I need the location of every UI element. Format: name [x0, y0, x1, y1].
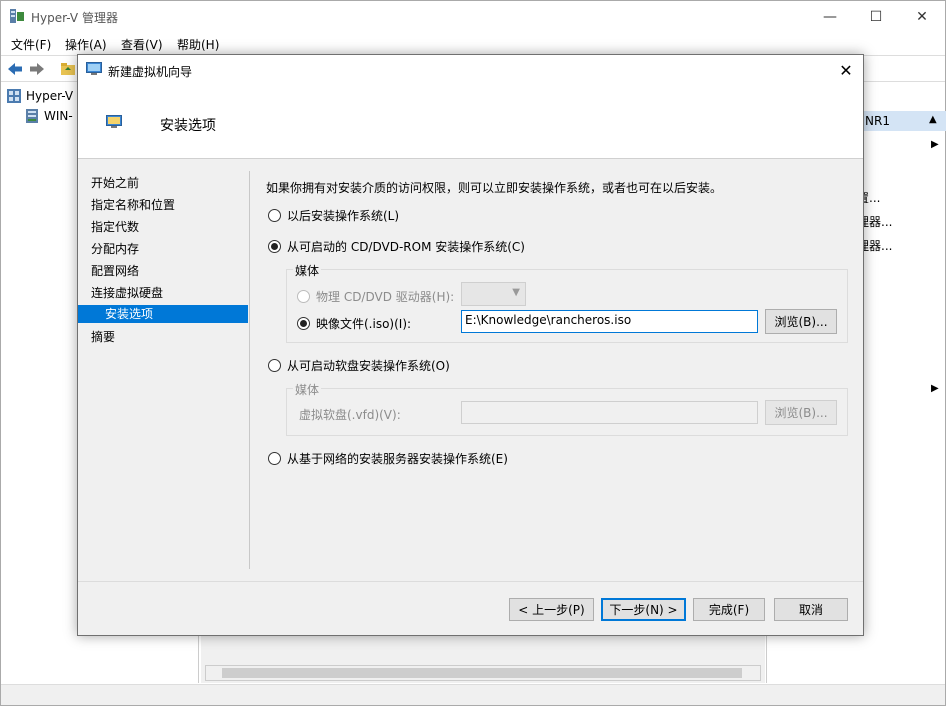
- step-name-location[interactable]: 指定名称和位置: [78, 196, 248, 214]
- option-install-later-label: 以后安装操作系统(L): [287, 209, 400, 223]
- close-button[interactable]: ✕: [899, 1, 945, 32]
- step-install-options[interactable]: 安装选项: [78, 305, 248, 323]
- dialog-close-button[interactable]: ✕: [828, 55, 864, 85]
- step-generation[interactable]: 指定代数: [78, 218, 248, 236]
- dialog-title: 新建虚拟机向导: [108, 65, 193, 79]
- footer-separator: [78, 581, 863, 582]
- radio-physical-drive[interactable]: [297, 290, 310, 303]
- image-file-path-input[interactable]: E:\Knowledge\rancheros.iso: [461, 310, 758, 333]
- radio-install-later[interactable]: [268, 209, 281, 222]
- option-image-file[interactable]: 映像文件(.iso)(I):: [297, 315, 411, 332]
- option-install-network[interactable]: 从基于网络的安装服务器安装操作系统(E): [268, 450, 508, 467]
- scrollbar-thumb[interactable]: [222, 668, 742, 678]
- radio-install-floppy[interactable]: [268, 359, 281, 372]
- submenu-arrow-icon[interactable]: ▶: [931, 383, 939, 394]
- step-network[interactable]: 配置网络: [78, 262, 248, 280]
- radio-install-network[interactable]: [268, 452, 281, 465]
- chevron-down-icon: ▼: [512, 287, 520, 298]
- option-install-floppy-label: 从可启动软盘安装操作系统(O): [287, 359, 450, 373]
- floppy-media-group-title: 媒体: [293, 381, 322, 398]
- menu-view[interactable]: 查看(V): [121, 36, 163, 53]
- actions-header-label: NR1: [865, 114, 890, 128]
- step-memory[interactable]: 分配内存: [78, 240, 248, 258]
- hyperv-root-icon: [7, 89, 21, 103]
- menu-help[interactable]: 帮助(H): [177, 36, 219, 53]
- step-before-you-begin[interactable]: 开始之前: [78, 174, 248, 192]
- finish-button[interactable]: 完成(F): [693, 598, 765, 621]
- physical-drive-select[interactable]: ▼: [461, 282, 526, 306]
- floppy-media-group: 媒体 虚拟软盘(.vfd)(V): 浏览(B)...: [286, 381, 848, 436]
- tree-label-hyperv: Hyper-V: [26, 89, 74, 103]
- browse-image-button[interactable]: 浏览(B)...: [765, 309, 837, 334]
- tree-item-hyperv[interactable]: Hyper-V: [6, 87, 73, 105]
- tree-item-host[interactable]: WIN-: [24, 107, 73, 125]
- image-file-label: 映像文件(.iso)(I):: [316, 317, 412, 331]
- step-summary[interactable]: 摘要: [78, 328, 248, 346]
- option-install-cd[interactable]: 从可启动的 CD/DVD-ROM 安装操作系统(C): [268, 238, 525, 255]
- physical-drive-label: 物理 CD/DVD 驱动器(H):: [316, 290, 455, 304]
- main-titlebar: Hyper-V 管理器 — ☐ ✕: [1, 1, 945, 32]
- horizontal-scrollbar[interactable]: [205, 665, 761, 681]
- option-install-network-label: 从基于网络的安装服务器安装操作系统(E): [287, 452, 508, 466]
- intro-text: 如果你拥有对安装介质的访问权限，则可以立即安装操作系统，或者也可在以后安装。: [266, 181, 723, 195]
- monitor-icon: [86, 62, 102, 75]
- monitor-icon: [106, 115, 122, 128]
- browse-floppy-button[interactable]: 浏览(B)...: [765, 400, 837, 425]
- menu-bar: 文件(F) 操作(A) 查看(V) 帮助(H): [1, 32, 945, 54]
- status-bar: [1, 684, 945, 705]
- menu-file[interactable]: 文件(F): [11, 36, 51, 53]
- steps-divider: [249, 171, 250, 569]
- floppy-label: 虚拟软盘(.vfd)(V):: [299, 408, 401, 422]
- radio-image-file[interactable]: [297, 317, 310, 330]
- back-arrow-icon[interactable]: [6, 60, 24, 78]
- tree-label-host: WIN-: [44, 109, 73, 123]
- menu-action[interactable]: 操作(A): [65, 36, 107, 53]
- new-vm-wizard-dialog: 新建虚拟机向导 ✕ 安装选项 开始之前 指定名称和位置 指定代数 分配内存 配置…: [77, 54, 864, 636]
- dialog-header: 安装选项: [78, 85, 863, 159]
- option-install-later[interactable]: 以后安装操作系统(L): [268, 207, 399, 224]
- previous-button[interactable]: < 上一步(P): [509, 598, 594, 621]
- cancel-button[interactable]: 取消: [774, 598, 848, 621]
- maximize-button[interactable]: ☐: [853, 1, 899, 32]
- floppy-path-input[interactable]: [461, 401, 758, 424]
- option-install-cd-label: 从可启动的 CD/DVD-ROM 安装操作系统(C): [287, 240, 525, 254]
- dialog-titlebar: 新建虚拟机向导 ✕: [78, 55, 863, 85]
- cd-media-group: 媒体 物理 CD/DVD 驱动器(H): ▼ 映像文件(.iso)(I): E:…: [286, 262, 848, 343]
- option-physical-drive[interactable]: 物理 CD/DVD 驱动器(H):: [297, 288, 454, 305]
- collapse-arrow-icon[interactable]: ▲: [929, 114, 937, 125]
- hyperv-app-icon: [10, 9, 24, 23]
- install-options-content: 如果你拥有对安装介质的访问权限，则可以立即安装操作系统，或者也可在以后安装。 以…: [266, 171, 851, 591]
- forward-arrow-icon[interactable]: [28, 60, 46, 78]
- page-title: 安装选项: [160, 118, 216, 134]
- minimize-button[interactable]: —: [807, 1, 853, 32]
- step-virtual-disk[interactable]: 连接虚拟硬盘: [78, 284, 248, 302]
- server-icon: [26, 109, 38, 123]
- submenu-arrow-icon[interactable]: ▶: [931, 139, 939, 150]
- option-install-floppy[interactable]: 从可启动软盘安装操作系统(O): [268, 357, 450, 374]
- next-button[interactable]: 下一步(N) >: [601, 598, 686, 621]
- wizard-steps: 开始之前 指定名称和位置 指定代数 分配内存 配置网络 连接虚拟硬盘 安装选项 …: [78, 171, 248, 571]
- folder-up-icon[interactable]: [59, 60, 77, 78]
- radio-install-cd[interactable]: [268, 240, 281, 253]
- cd-media-group-title: 媒体: [293, 262, 322, 279]
- app-title: Hyper-V 管理器: [31, 11, 118, 25]
